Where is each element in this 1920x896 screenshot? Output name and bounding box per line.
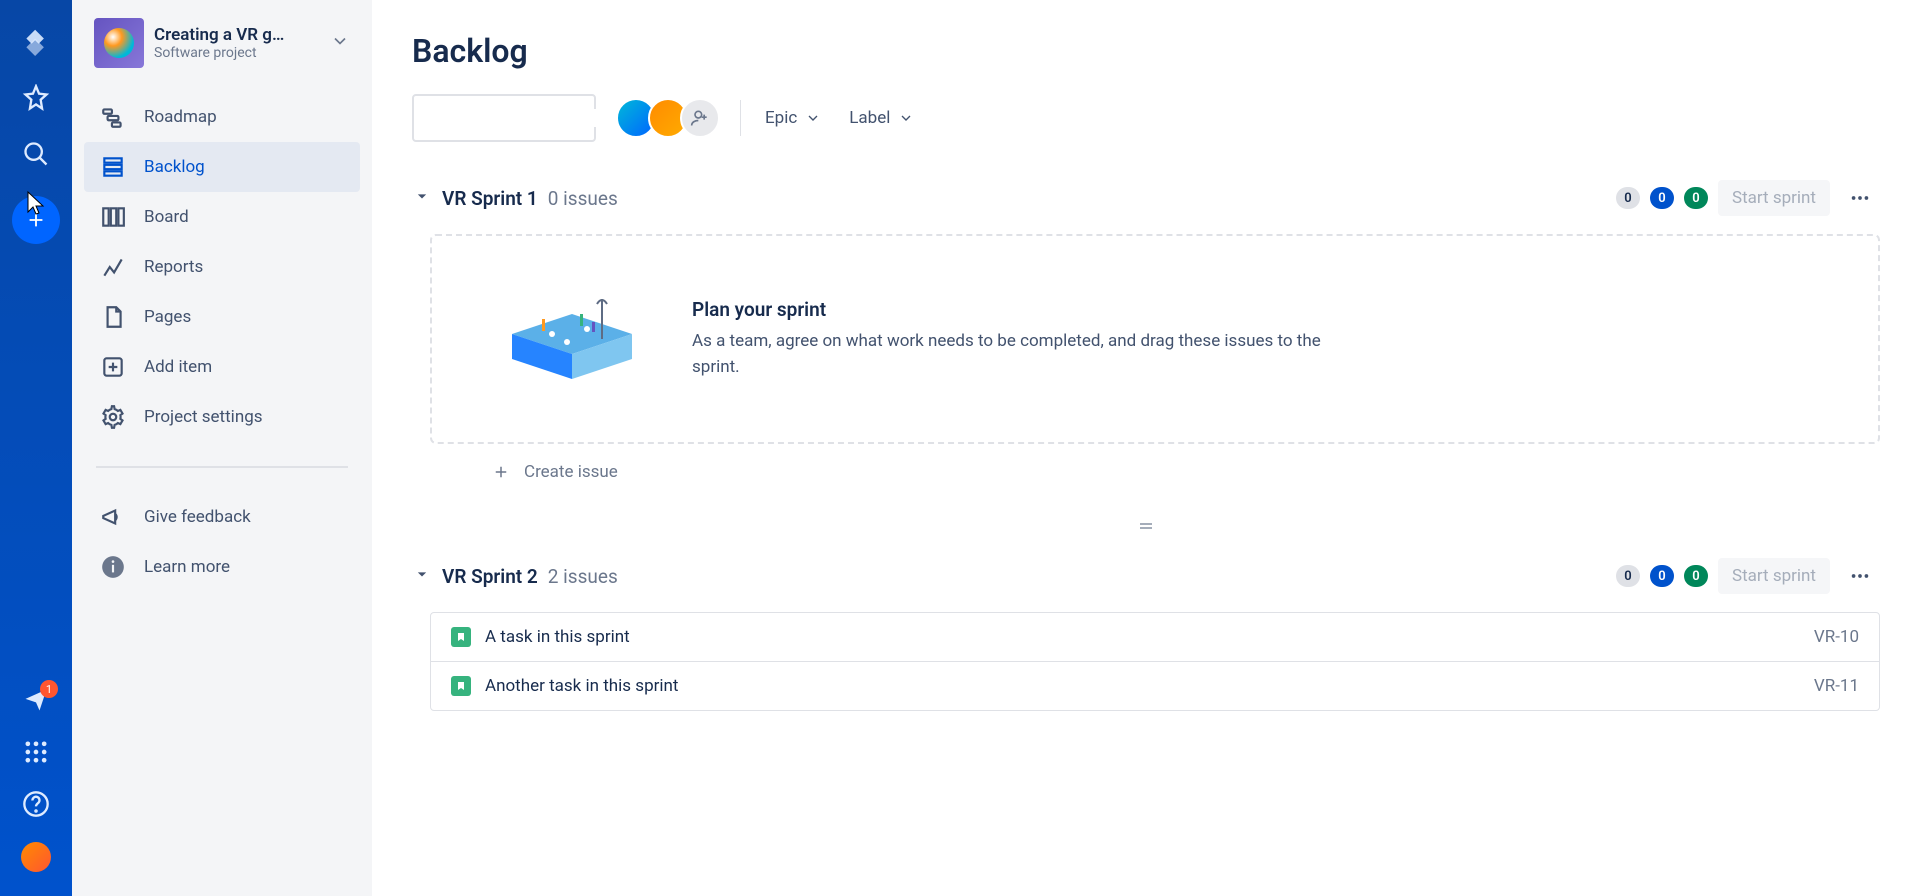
chevron-down-icon: [898, 110, 914, 126]
gear-icon: [100, 404, 126, 430]
project-header[interactable]: Creating a VR g… Software project: [84, 18, 360, 92]
jira-logo-icon[interactable]: [22, 28, 50, 56]
search-input[interactable]: [424, 109, 623, 127]
status-pill-done: 0: [1684, 565, 1708, 587]
issue-summary: A task in this sprint: [485, 627, 1814, 647]
epic-label: Epic: [765, 108, 797, 128]
roadmap-icon: [100, 104, 126, 130]
chevron-down-icon[interactable]: [412, 186, 432, 210]
add-item-icon: [100, 354, 126, 380]
add-people-button[interactable]: [680, 98, 720, 138]
nav-backlog[interactable]: Backlog: [84, 142, 360, 192]
plus-icon: [492, 463, 510, 481]
chevron-down-icon[interactable]: [330, 31, 350, 55]
status-pill-todo: 0: [1616, 565, 1640, 587]
drag-handle-icon: [1134, 518, 1158, 538]
issue-row[interactable]: A task in this sprint VR-10: [431, 613, 1879, 662]
notifications-icon[interactable]: 1: [22, 686, 50, 714]
backlog-icon: [100, 154, 126, 180]
empty-sprint-title: Plan your sprint: [692, 298, 1372, 321]
nav-label: Add item: [144, 357, 212, 377]
toolbar-separator: [740, 100, 741, 136]
reports-icon: [100, 254, 126, 280]
sprint-section: VR Sprint 2 2 issues 0 0 0 Start sprint …: [412, 556, 1880, 711]
status-pill-done: 0: [1684, 187, 1708, 209]
chevron-down-icon[interactable]: [412, 564, 432, 588]
sprint-more-button[interactable]: [1840, 178, 1880, 218]
global-nav-rail: 1: [0, 0, 72, 896]
story-icon: [451, 627, 471, 647]
page-title: Backlog: [412, 32, 1880, 70]
app-switcher-icon[interactable]: [22, 738, 50, 766]
status-pill-inprogress: 0: [1650, 565, 1674, 587]
nav-pages[interactable]: Pages: [84, 292, 360, 342]
status-pill-inprogress: 0: [1650, 187, 1674, 209]
sprint-header: VR Sprint 1 0 issues 0 0 0 Start sprint: [412, 178, 1880, 218]
issue-summary: Another task in this sprint: [485, 676, 1814, 696]
empty-sprint-description: As a team, agree on what work needs to b…: [692, 329, 1372, 380]
sprint-illustration: [492, 284, 652, 394]
nav-label: Pages: [144, 307, 191, 327]
sidebar-divider: [96, 466, 348, 468]
cursor-icon: [24, 190, 48, 222]
start-sprint-button[interactable]: Start sprint: [1718, 180, 1830, 216]
sprint-more-button[interactable]: [1840, 556, 1880, 596]
main-content: Backlog Epic Label: [372, 0, 1920, 896]
give-feedback[interactable]: Give feedback: [84, 492, 360, 542]
project-sidebar: Creating a VR g… Software project Roadma…: [72, 0, 372, 896]
notification-badge: 1: [40, 680, 58, 698]
sprint-header: VR Sprint 2 2 issues 0 0 0 Start sprint: [412, 556, 1880, 596]
profile-avatar[interactable]: [21, 842, 51, 872]
issue-list: A task in this sprint VR-10 Another task…: [430, 612, 1880, 711]
label-filter[interactable]: Label: [845, 100, 918, 136]
nav-label: Learn more: [144, 557, 230, 577]
nav-roadmap[interactable]: Roadmap: [84, 92, 360, 142]
nav-label: Board: [144, 207, 189, 227]
issue-row[interactable]: Another task in this sprint VR-11: [431, 662, 1879, 710]
assignee-avatars: [616, 98, 720, 138]
learn-more[interactable]: Learn more: [84, 542, 360, 592]
nav-label: Reports: [144, 257, 203, 277]
create-issue-label: Create issue: [524, 462, 618, 482]
sprint-name: VR Sprint 1: [442, 187, 538, 210]
help-icon[interactable]: [22, 790, 50, 818]
search-box[interactable]: [412, 94, 596, 142]
project-name: Creating a VR g…: [154, 25, 284, 45]
toolbar: Epic Label: [412, 94, 1880, 142]
start-sprint-button[interactable]: Start sprint: [1718, 558, 1830, 594]
nav-label: Backlog: [144, 157, 205, 177]
sprint-section: VR Sprint 1 0 issues 0 0 0 Start sprint: [412, 178, 1880, 500]
project-avatar: [94, 18, 144, 68]
issue-key: VR-10: [1814, 627, 1859, 647]
board-icon: [100, 204, 126, 230]
empty-sprint-placeholder: Plan your sprint As a team, agree on wha…: [430, 234, 1880, 444]
megaphone-icon: [100, 504, 126, 530]
info-icon: [100, 554, 126, 580]
nav-board[interactable]: Board: [84, 192, 360, 242]
nav-label: Give feedback: [144, 507, 251, 527]
nav-label: Roadmap: [144, 107, 217, 127]
status-pill-todo: 0: [1616, 187, 1640, 209]
star-icon[interactable]: [22, 84, 50, 112]
sprint-issue-count: 2 issues: [548, 565, 618, 588]
pages-icon: [100, 304, 126, 330]
nav-add-item[interactable]: Add item: [84, 342, 360, 392]
label-label: Label: [849, 108, 890, 128]
sprint-name: VR Sprint 2: [442, 565, 538, 588]
chevron-down-icon: [805, 110, 821, 126]
nav-label: Project settings: [144, 407, 263, 427]
epic-filter[interactable]: Epic: [761, 100, 825, 136]
sprint-resize-handle[interactable]: [412, 518, 1880, 538]
create-issue-button[interactable]: Create issue: [412, 444, 1880, 500]
story-icon: [451, 676, 471, 696]
search-icon[interactable]: [22, 140, 50, 168]
create-button[interactable]: [12, 196, 60, 244]
issue-key: VR-11: [1814, 676, 1859, 696]
project-subtitle: Software project: [154, 45, 284, 61]
sprint-issue-count: 0 issues: [548, 187, 618, 210]
nav-project-settings[interactable]: Project settings: [84, 392, 360, 442]
nav-reports[interactable]: Reports: [84, 242, 360, 292]
